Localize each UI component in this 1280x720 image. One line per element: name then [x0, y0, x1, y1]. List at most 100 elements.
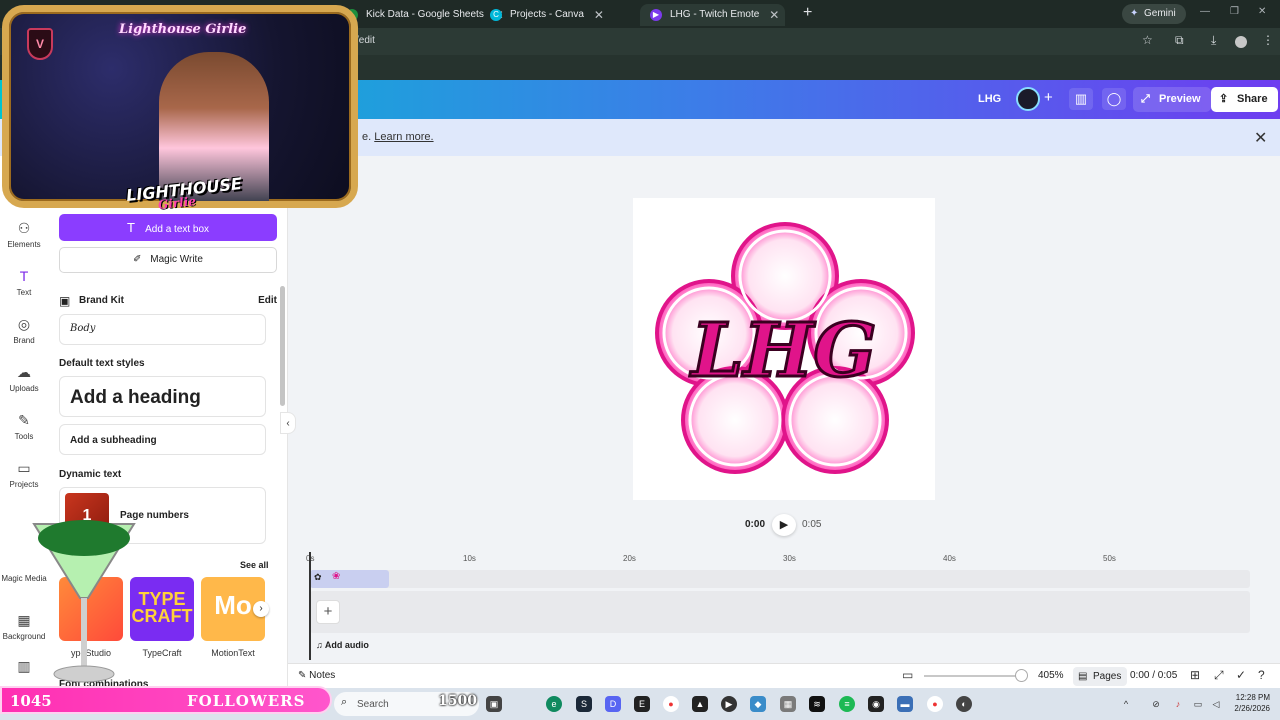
text-icon: T [19, 268, 29, 284]
fullscreen-icon[interactable]: ⤢ [1214, 668, 1224, 683]
add-heading-card[interactable]: Add a heading [59, 376, 266, 417]
close-icon[interactable]: ✕ [594, 4, 604, 26]
rail-item-elements[interactable]: ⚇ Elements [0, 220, 48, 249]
star-icon[interactable]: ☆ [1142, 33, 1153, 47]
zoom-slider[interactable] [924, 675, 1020, 677]
volume-icon[interactable]: ◁ [1208, 696, 1224, 712]
epic-games-icon[interactable]: E [634, 696, 650, 712]
close-icon[interactable]: ✕ [769, 4, 779, 26]
expand-icon: ⤢ [1141, 93, 1150, 105]
tray-icon[interactable]: ⊘ [1148, 696, 1164, 712]
brand-kit-edit-link[interactable]: Edit [258, 295, 277, 306]
check-icon[interactable]: ✓ [1236, 668, 1246, 682]
discord-icon[interactable]: D [605, 696, 621, 712]
see-all-link[interactable]: See all [240, 560, 269, 570]
body-style-label: Body [70, 323, 96, 334]
collapse-panel-icon[interactable]: ‹ [280, 412, 296, 434]
design-artboard[interactable]: LHG [633, 198, 935, 500]
window-close-icon[interactable]: ✕ [1258, 6, 1266, 17]
add-collaborator-icon[interactable]: + [1044, 89, 1053, 106]
magic-write-button[interactable]: ✐ Magic Write [59, 247, 277, 273]
rail-item-brand[interactable]: ◎ Brand [0, 316, 48, 345]
media-player-icon[interactable]: ▶ [721, 696, 737, 712]
timeline: 0s 10s 20s 30s 40s 50s ✿ ❀ + ♫ Add audio [300, 548, 1280, 663]
zoom-level[interactable]: 405% [1038, 670, 1064, 681]
insights-icon[interactable]: ▥ [1069, 88, 1093, 110]
timeline-tick: 40s [943, 554, 956, 563]
rail-item-projects[interactable]: ▭ Projects [0, 460, 48, 489]
tray-chevron-icon[interactable]: ^ [1118, 696, 1134, 712]
heading-label: Add a heading [70, 387, 201, 408]
app-icon[interactable]: ▲ [692, 696, 708, 712]
rail-item-uploads[interactable]: ☁ Uploads [0, 364, 48, 393]
menu-icon[interactable]: ⋮ [1262, 33, 1274, 47]
extension-icon[interactable]: ⧉ [1175, 33, 1184, 48]
font-tile-typecraft[interactable]: TYPE CRAFT [130, 577, 194, 641]
help-icon[interactable]: ? [1258, 668, 1265, 682]
thumbnail-icon: ❀ [332, 571, 341, 582]
url-text[interactable]: /edit [356, 33, 375, 49]
add-page-button[interactable]: + [316, 600, 340, 624]
playhead[interactable] [309, 552, 311, 660]
play-button[interactable]: ▶ [772, 514, 796, 536]
profile-icon[interactable] [1235, 36, 1247, 48]
download-icon[interactable]: ⤓ [1211, 33, 1216, 48]
body-style-card[interactable]: Body [59, 314, 266, 345]
spotify-icon[interactable]: ≡ [839, 696, 855, 712]
app-icon[interactable]: ≋ [809, 696, 825, 712]
comment-icon[interactable]: ◯ [1102, 88, 1126, 110]
rail-item-text[interactable]: T Text [0, 268, 48, 297]
calculator-icon[interactable]: ▦ [780, 696, 796, 712]
panel-scrollbar[interactable] [280, 286, 285, 406]
microphone-icon[interactable]: ♪ [1170, 696, 1186, 712]
zoom-slider-knob[interactable] [1015, 669, 1028, 682]
add-text-box-button[interactable]: T Add a text box [59, 214, 277, 241]
chrome-icon[interactable]: ● [663, 696, 679, 712]
present-icon[interactable]: ▭ [902, 668, 913, 682]
collaborator-avatar[interactable] [1016, 87, 1040, 111]
subheading-label: Add a subheading [70, 435, 157, 446]
tab-canva-projects[interactable]: C Projects - Canva ✕ [480, 4, 610, 26]
new-tab-icon[interactable]: + [803, 4, 812, 22]
footer-time: 0:00 / 0:05 [1130, 670, 1178, 681]
share-button[interactable]: ⇪ Share [1211, 87, 1278, 112]
pages-button[interactable]: ▤ Pages [1073, 667, 1128, 686]
grid-view-icon[interactable]: ⊞ [1190, 668, 1200, 682]
notes-button[interactable]: ✎ Notes [298, 670, 335, 681]
design-title[interactable]: LHG [978, 93, 1001, 105]
add-audio-button[interactable]: ♫ Add audio [316, 640, 369, 650]
rail-label: Projects [9, 480, 39, 489]
minimize-icon[interactable]: — [1200, 6, 1210, 17]
design-text: LHG [689, 308, 876, 394]
animation-icon: ✿ [314, 572, 322, 582]
app-icon[interactable]: ▬ [897, 696, 913, 712]
close-icon[interactable]: ✕ [1254, 128, 1267, 148]
rail-item-tools[interactable]: ✎ Tools [0, 412, 48, 441]
brand-icon: ◎ [17, 316, 31, 332]
learn-more-link[interactable]: Learn more. [374, 131, 433, 143]
gemini-sparkle-icon: ✦ [1130, 8, 1139, 19]
chevron-right-icon[interactable]: › [253, 601, 269, 617]
rail-label: Tools [14, 432, 34, 441]
magic-write-label: Magic Write [150, 254, 203, 265]
app-icon[interactable]: ◉ [868, 696, 884, 712]
obs-icon[interactable]: ◐ [956, 696, 972, 712]
taskbar-clock[interactable]: 12:28 PM 2/26/2026 [1226, 692, 1270, 714]
app-icon[interactable]: ◆ [750, 696, 766, 712]
chrome-icon[interactable]: ● [927, 696, 943, 712]
magic-wand-icon: ✐ [133, 254, 142, 265]
canva-favicon-icon: C [490, 9, 502, 21]
edge-icon[interactable]: e [546, 696, 562, 712]
task-view-icon[interactable]: ▣ [486, 696, 502, 712]
maximize-icon[interactable]: ❐ [1230, 6, 1239, 17]
tab-lhg-twitch-emote[interactable]: ▶ LHG - Twitch Emote ✕ [640, 4, 786, 26]
preview-button[interactable]: ⤢ Preview [1133, 87, 1211, 112]
timeline-tick: 20s [623, 554, 636, 563]
glass-stem [81, 598, 87, 668]
canva-favicon-icon: ▶ [650, 9, 662, 21]
timeline-tick: 10s [463, 554, 476, 563]
steam-icon[interactable]: S [576, 696, 592, 712]
gemini-button[interactable]: ✦ Gemini [1122, 4, 1186, 24]
network-icon[interactable]: ▭ [1190, 696, 1206, 712]
add-subheading-card[interactable]: Add a subheading [59, 424, 266, 455]
